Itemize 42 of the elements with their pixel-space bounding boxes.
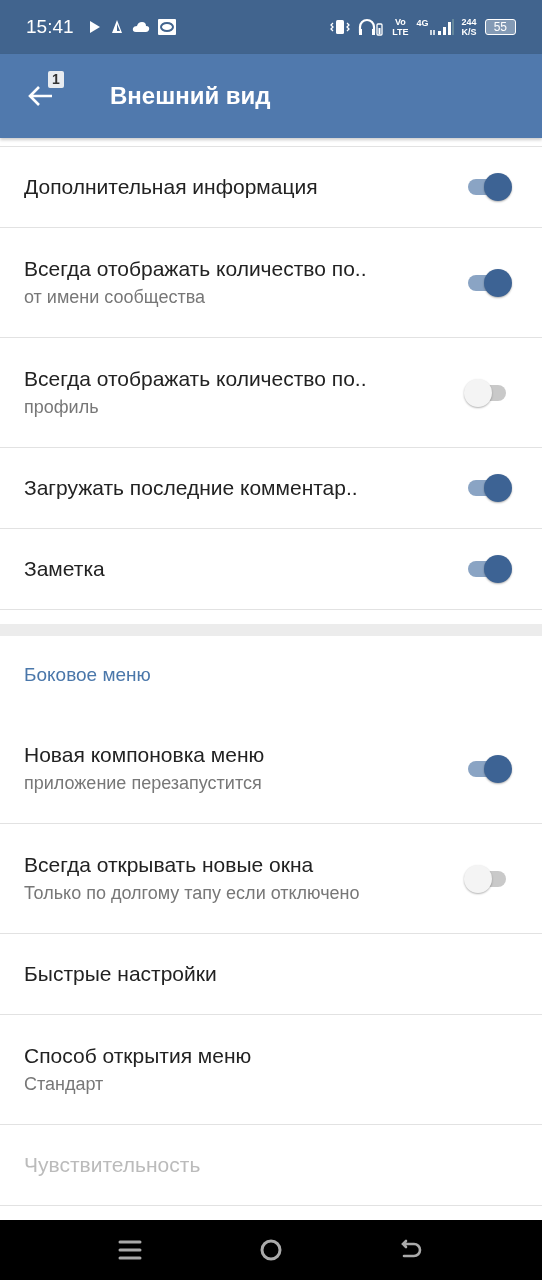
setting-subtitle: Стандарт: [24, 1074, 105, 1095]
clock: 15:41: [26, 16, 74, 38]
back-arrow-icon: [28, 85, 54, 107]
setting-title: Загружать последние комментар..: [24, 476, 359, 500]
cloud-icon: [131, 21, 150, 33]
setting-subtitle: от имени сообщества: [24, 287, 207, 308]
setting-title: Заметка: [24, 557, 106, 581]
count-badge: 1: [48, 71, 64, 88]
message-icon: [157, 19, 176, 35]
headphones-icon: [358, 18, 385, 36]
setting-subtitle: Только по долгому тапу если отключено: [24, 883, 361, 904]
setting-subtitle: профиль: [24, 397, 100, 418]
setting-title: Всегда отображать количество по..: [24, 257, 368, 281]
settings-row[interactable]: Быстрые настройки: [0, 934, 542, 1015]
settings-row[interactable]: Заметка: [0, 529, 542, 610]
settings-row[interactable]: Всегда открывать новые окна Только по долгому тапу если отключено: [0, 824, 542, 934]
setting-subtitle: приложение перезапустится: [24, 773, 263, 794]
sail-icon: [109, 19, 124, 35]
menu-icon[interactable]: [118, 1239, 143, 1261]
settings-row[interactable]: Загружать последние комментар..: [0, 448, 542, 529]
network-type: 4G: [416, 18, 429, 28]
settings-row[interactable]: Всегда отображать количество по.. профиль: [0, 338, 542, 448]
setting-title: Способ открытия меню: [24, 1044, 253, 1068]
home-icon[interactable]: [259, 1238, 283, 1262]
settings-row[interactable]: Способ открытия меню Стандарт: [0, 1015, 542, 1125]
settings-row[interactable]: Дополнительная информация: [0, 147, 542, 228]
setting-title: Дополнительная информация: [24, 175, 319, 199]
settings-row[interactable]: Всегда отображать количество по.. от имени сообщества: [0, 228, 542, 338]
vibrate-icon: [330, 19, 351, 35]
setting-title: Быстрые настройки: [24, 962, 218, 986]
network-speed: 244 K/S: [461, 17, 477, 37]
setting-title: Всегда открывать новые окна: [24, 853, 315, 877]
signal-icon: [429, 18, 454, 36]
volte-indicator: Vo LTE: [392, 17, 409, 37]
setting-title: Чувствительность: [24, 1153, 202, 1177]
battery-indicator: 55: [484, 19, 516, 35]
setting-title: Новая компоновка меню: [24, 743, 266, 767]
screen-title: Внешний вид: [110, 82, 271, 110]
settings-row[interactable]: Новая компоновка меню приложение перезапустится: [0, 714, 542, 824]
section-header: Боковое меню: [24, 664, 151, 686]
play-icon: [87, 19, 102, 35]
setting-title: Всегда отображать количество по..: [24, 367, 368, 391]
